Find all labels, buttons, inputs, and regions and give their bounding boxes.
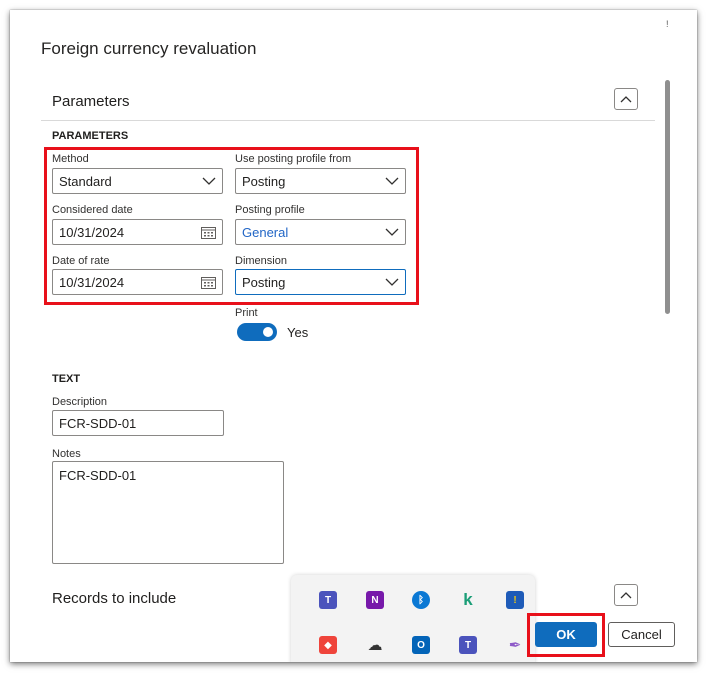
onenote-icon[interactable]: N (366, 591, 384, 609)
warning-icon: ! (513, 594, 517, 606)
posting-profile-label: Posting profile (235, 204, 305, 216)
use-posting-profile-select[interactable]: Posting (235, 168, 406, 194)
kaizala-icon[interactable]: k (459, 590, 477, 609)
description-value: FCR-SDD-01 (59, 415, 137, 431)
considered-date-label: Considered date (52, 204, 133, 216)
toggle-knob (263, 327, 273, 337)
scrollbar-thumb[interactable] (665, 80, 670, 314)
date-of-rate-value: 10/31/2024 (59, 274, 125, 290)
method-label: Method (52, 153, 89, 165)
considered-date-value: 10/31/2024 (59, 224, 125, 240)
ok-button[interactable]: OK (535, 622, 597, 647)
posting-profile-value[interactable]: General (242, 225, 385, 240)
defender-icon[interactable]: ! (506, 591, 524, 609)
date-of-rate-field[interactable]: 10/31/2024 (52, 269, 223, 295)
dimension-label: Dimension (235, 255, 287, 267)
parameters-collapse-button[interactable] (614, 88, 638, 110)
notes-label: Notes (52, 448, 81, 460)
use-posting-profile-label: Use posting profile from (235, 153, 352, 165)
outlook-icon[interactable]: O (412, 636, 430, 654)
print-label: Print (235, 307, 258, 319)
method-select[interactable]: Standard (52, 168, 223, 194)
print-value: Yes (287, 325, 309, 340)
notes-textarea[interactable]: FCR-SDD-01 (52, 461, 284, 564)
posting-profile-select[interactable]: General (235, 219, 406, 245)
chevron-down-icon (385, 278, 399, 286)
dialog-window: ! Foreign currency revaluation Parameter… (10, 10, 697, 662)
records-section-title[interactable]: Records to include (52, 590, 176, 607)
bluetooth-icon[interactable]: ᛒ (412, 591, 430, 609)
cloud-sync-icon[interactable]: ☁ (366, 636, 384, 654)
chevron-down-icon (385, 177, 399, 185)
anydesk-icon[interactable]: ◆ (319, 636, 337, 654)
corner-mark: ! (666, 19, 669, 29)
teams-icon[interactable]: T (319, 591, 337, 609)
considered-date-field[interactable]: 10/31/2024 (52, 219, 223, 245)
print-toggle[interactable] (237, 323, 277, 341)
description-label: Description (52, 396, 108, 408)
dimension-value: Posting (242, 274, 286, 290)
description-field[interactable]: FCR-SDD-01 (52, 410, 224, 436)
method-value: Standard (59, 173, 112, 189)
dimension-select[interactable]: Posting (235, 269, 406, 295)
chevron-up-icon (620, 592, 632, 599)
use-posting-profile-value: Posting (242, 173, 286, 189)
system-tray-flyout: T N ᛒ k ! ◆ ☁ O T ✒ (291, 575, 535, 662)
pen-icon[interactable]: ✒ (506, 636, 524, 654)
parameters-section-title[interactable]: Parameters (52, 93, 130, 110)
teams-status-icon[interactable]: T (459, 636, 477, 654)
dialog-title: Foreign currency revaluation (41, 39, 257, 58)
chevron-down-icon (202, 177, 216, 185)
chevron-up-icon (620, 96, 632, 103)
chevron-down-icon (385, 228, 399, 236)
cancel-button[interactable]: Cancel (608, 622, 675, 647)
date-of-rate-label: Date of rate (52, 255, 110, 267)
parameters-group-title: PARAMETERS (52, 130, 129, 142)
text-group-title: TEXT (52, 373, 81, 385)
calendar-icon[interactable] (201, 226, 216, 239)
records-collapse-button[interactable] (614, 584, 638, 606)
calendar-icon[interactable] (201, 276, 216, 289)
section-divider (41, 120, 655, 121)
